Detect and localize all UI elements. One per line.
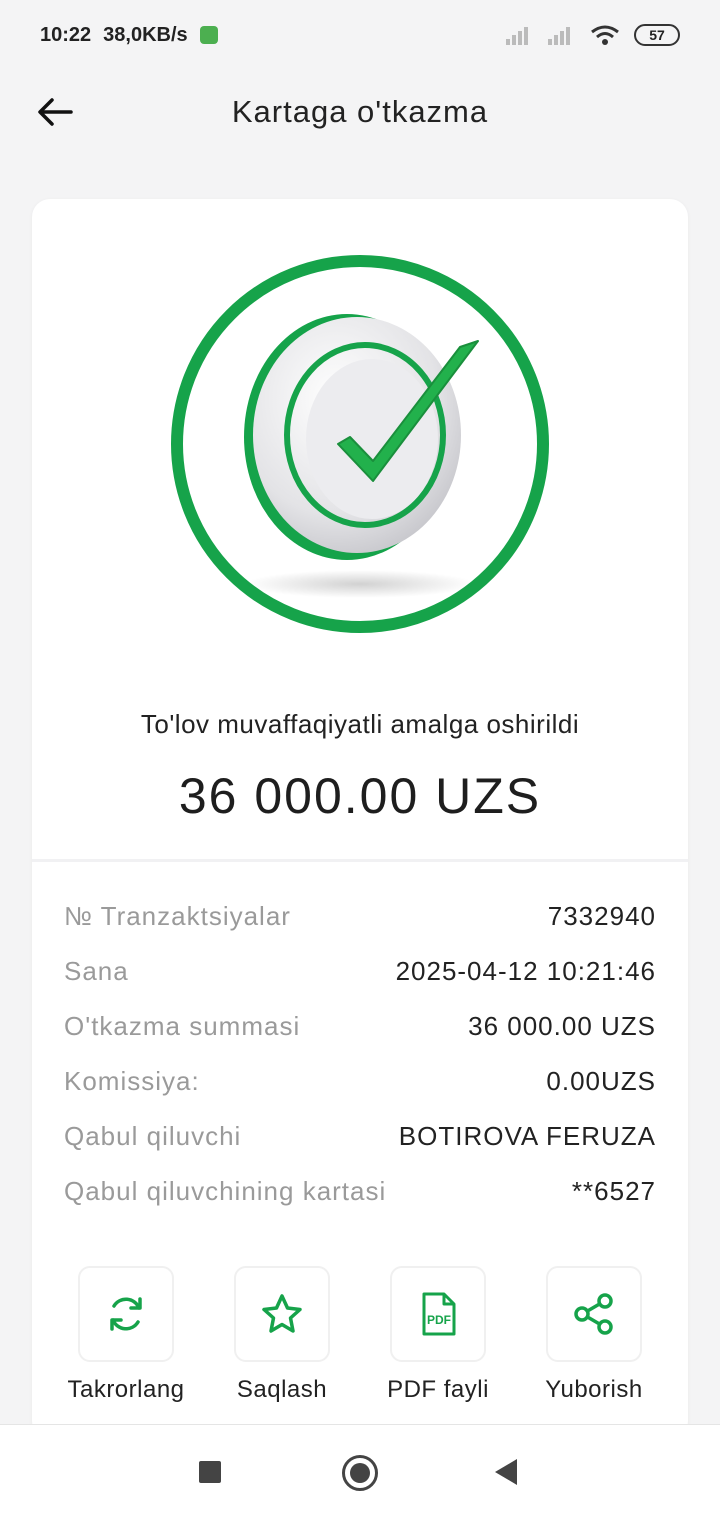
save-label: Saqlash [236,1376,328,1403]
status-time: 10:22 [40,23,92,46]
status-right: 57 [506,24,680,46]
pdf-label: PDF fayli [387,1376,489,1403]
back-button[interactable] [30,90,80,134]
detail-label: Qabul qiluvchining kartasi [64,1176,387,1206]
detail-value: 36 000.00 UZS [468,1011,656,1041]
payment-amount: 36 000.00 UZS [178,768,542,824]
detail-value: 7332940 [547,901,656,931]
battery-level: 57 [649,27,665,43]
back-triangle-icon[interactable] [495,1459,517,1485]
status-network-speed: 38,0KB/s [103,23,188,46]
receipt-card: To'lov muvaffaqiyatli amalga oshirildi 3… [32,199,688,1439]
pdf-icon: PDF [422,1292,456,1336]
share-label: Yuborish [545,1376,643,1403]
save-action: Saqlash [217,1266,347,1404]
detail-label: Komissiya: [64,1066,200,1096]
home-icon[interactable] [342,1455,378,1491]
success-check-icon [171,255,549,633]
wifi-icon [591,25,619,45]
arrow-left-icon [38,98,73,126]
detail-label: O'tkazma summasi [64,1011,301,1041]
detail-value: 0.00UZS [546,1066,656,1096]
signal-icon [548,27,570,45]
detail-row-recipient: Qabul qiluvchi BOTIROVA FERUZA [64,1109,656,1164]
share-icon [574,1293,613,1335]
detail-value: BOTIROVA FERUZA [398,1121,656,1151]
detail-value: 2025-04-12 10:21:46 [395,956,656,986]
battery-indicator: 57 [634,24,680,46]
detail-row-date: Sana 2025-04-12 10:21:46 [64,944,656,999]
detail-value: **6527 [571,1176,656,1206]
divider [32,859,688,862]
detail-row-recipient-card: Qabul qiluvchining kartasi **6527 [64,1164,656,1219]
detail-row-transaction-id: № Tranzaktsiyalar 7332940 [64,889,656,944]
pdf-action: PDF PDF fayli [373,1266,503,1404]
status-left: 10:22 38,0KB/s [40,24,218,47]
save-button[interactable] [234,1266,330,1362]
page-title: Kartaga o'tkazma [231,94,489,129]
notification-app-icon [199,26,218,44]
detail-label: Qabul qiluvchi [64,1121,242,1151]
share-button[interactable] [546,1266,642,1362]
signal-icon [506,27,528,45]
detail-label: Sana [64,956,129,986]
transaction-details: № Tranzaktsiyalar 7332940 Sana 2025-04-1… [64,889,656,1219]
repeat-action: Takrorlang [61,1266,191,1404]
pdf-button[interactable]: PDF [390,1266,486,1362]
detail-row-transfer-amount: O'tkazma summasi 36 000.00 UZS [64,999,656,1054]
star-icon [262,1294,302,1333]
detail-row-commission: Komissiya: 0.00UZS [64,1054,656,1109]
system-nav-bar [0,1424,720,1520]
repeat-button[interactable] [78,1266,174,1362]
share-action: Yuborish [529,1266,659,1404]
detail-label: № Tranzaktsiyalar [64,901,291,931]
app-header: Kartaga o'tkazma [0,72,720,152]
status-bar: 10:22 38,0KB/s 57 [0,0,720,70]
repeat-label: Takrorlang [67,1376,185,1403]
recent-apps-icon[interactable] [199,1461,221,1483]
success-message: To'lov muvaffaqiyatli amalga oshirildi [140,709,580,739]
pdf-icon-text: PDF [427,1313,451,1327]
refresh-icon [110,1297,142,1331]
